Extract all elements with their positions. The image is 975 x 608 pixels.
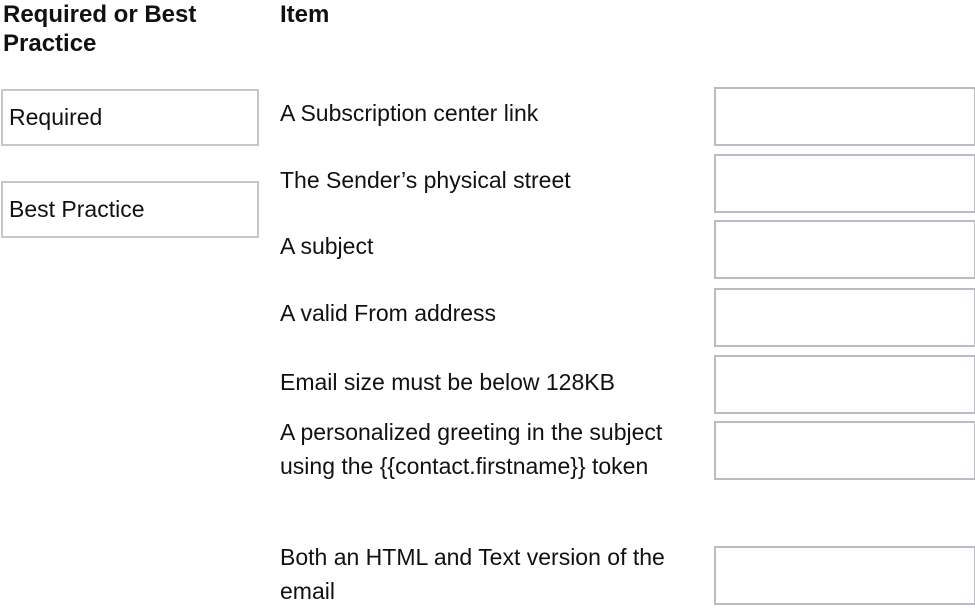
item-label: A Subscription center link	[280, 100, 539, 126]
item-label: Email size must be below 128KB	[280, 369, 615, 395]
answer-drop-target[interactable]	[714, 421, 975, 480]
column-header-required-or-best-practice: Required or Best Practice	[3, 1, 197, 57]
answer-drop-target[interactable]	[714, 220, 975, 279]
answer-drop-target[interactable]	[714, 546, 975, 605]
answer-drop-target[interactable]	[714, 87, 975, 146]
answer-drop-target[interactable]	[714, 355, 975, 414]
item-label: A valid From address	[280, 300, 497, 326]
item-label: A personalized greeting in the subject u…	[280, 419, 663, 479]
drag-option-required[interactable]: Required	[1, 89, 259, 146]
item-label: The Sender’s physical street	[280, 167, 571, 193]
answer-drop-target[interactable]	[714, 288, 975, 347]
item-label: A subject	[280, 233, 374, 259]
item-label: Both an HTML and Text version of the ema…	[280, 544, 665, 604]
column-header-item: Item	[280, 1, 330, 28]
answer-drop-target[interactable]	[714, 154, 975, 213]
drag-option-best-practice[interactable]: Best Practice	[1, 181, 259, 238]
